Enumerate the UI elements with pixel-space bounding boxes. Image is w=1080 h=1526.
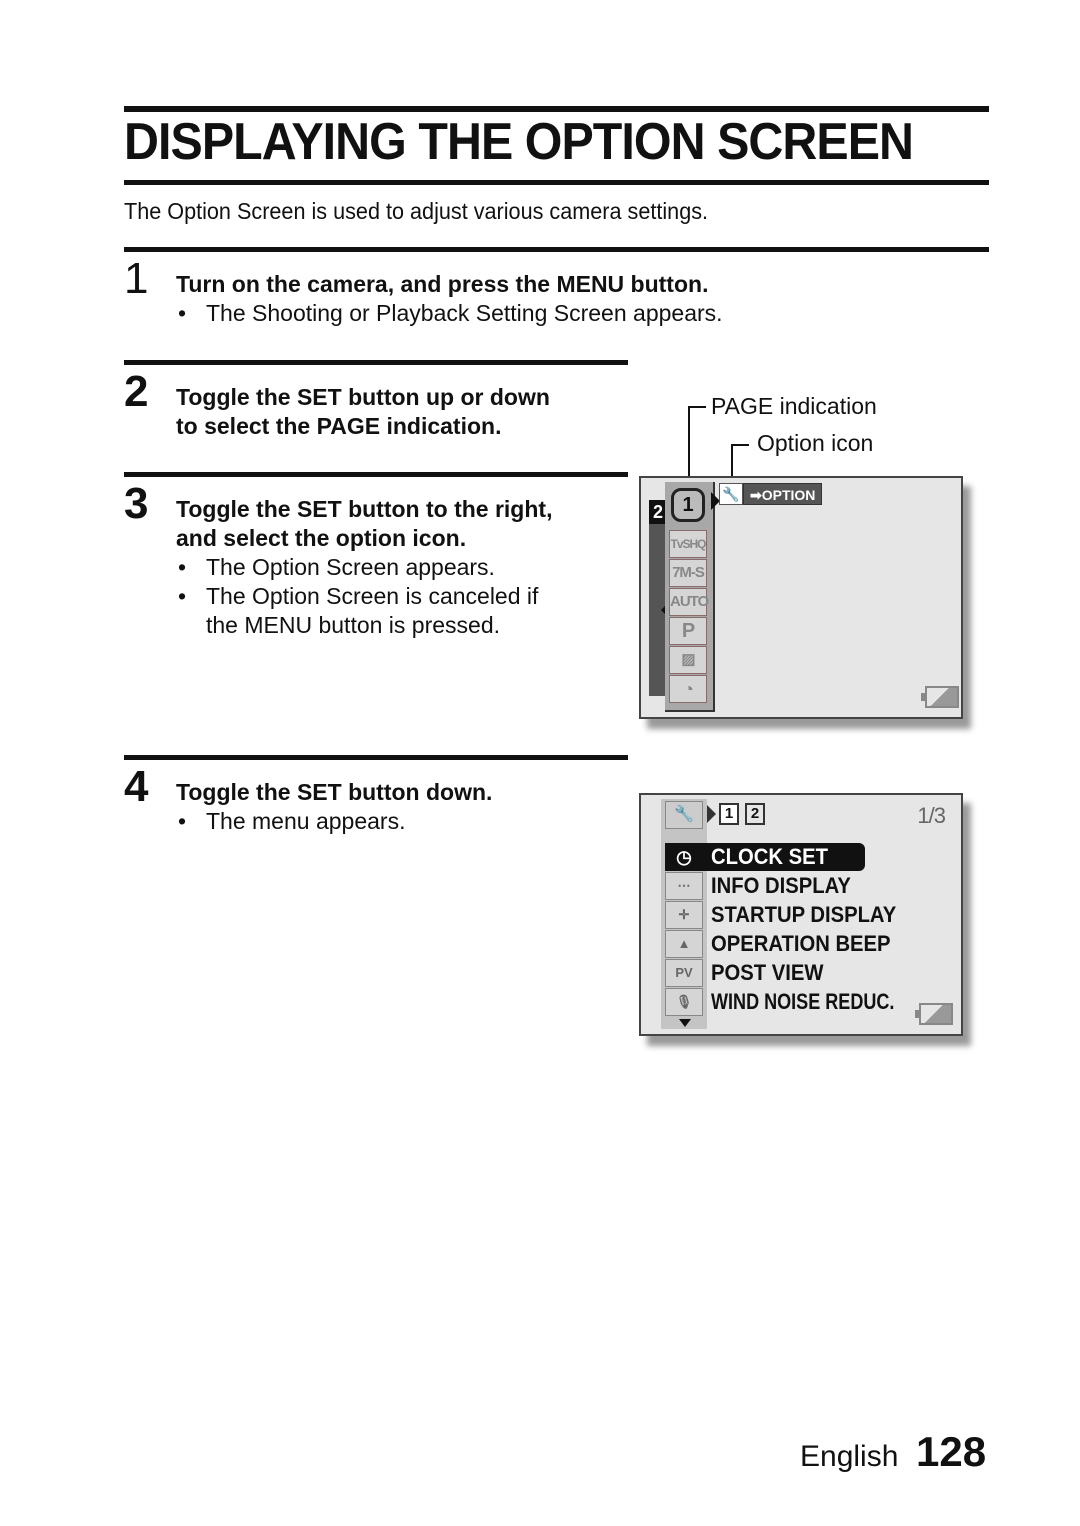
step-1-bullet: • The Shooting or Playback Setting Screen… <box>178 299 723 328</box>
page-arrow-icon <box>707 805 716 823</box>
step-2-heading-line-2: to select the PAGE indication. <box>176 413 502 439</box>
step-2-number: 2 <box>124 367 149 416</box>
mode-icon-filter[interactable]: ▨ <box>669 646 707 674</box>
mode-icon-program[interactable]: P <box>669 617 707 645</box>
step-4-heading: Toggle the SET button down. <box>176 779 493 805</box>
option-label: ➡OPTION <box>743 483 823 505</box>
bullet-text: The Shooting or Playback Setting Screen … <box>206 300 723 326</box>
step-1-rule <box>124 247 989 252</box>
battery-icon <box>921 686 959 708</box>
clock-icon: ◷ <box>665 843 703 871</box>
menu-item-clock-set[interactable]: ◷ CLOCK SET <box>665 843 865 871</box>
bullet-dot: • <box>178 554 187 580</box>
menu-item-startup-display[interactable]: ✛ STARTUP DISPLAY <box>665 901 925 929</box>
info-display-icon: ⋯ <box>665 872 703 900</box>
bullet-text-line-2: the MENU button is pressed. <box>206 612 501 638</box>
scroll-down-icon[interactable] <box>679 1019 691 1027</box>
intro-text: The Option Screen is used to adjust vari… <box>124 198 709 224</box>
bullet-text-line-1: The Option Screen is canceled if <box>206 583 539 609</box>
wrench-icon[interactable]: 🔧 <box>665 801 703 829</box>
step-4-rule <box>124 755 628 760</box>
menu-item-post-view[interactable]: PV POST VIEW <box>665 959 925 987</box>
option-bar[interactable]: 🔧 ➡OPTION <box>719 483 823 505</box>
step-1-heading: Turn on the camera, and press the MENU b… <box>176 271 709 297</box>
page-number: 128 <box>916 1428 987 1475</box>
camera-screen-setting: 2 1 TvSHQ 7M-S AUTO P ▨ ◔ 🔧 ➡OPTION <box>639 476 963 719</box>
step-2-heading: Toggle the SET button up or down to sele… <box>176 383 550 441</box>
page-indication-callout: PAGE indication <box>711 393 877 419</box>
title-bottom-rule <box>124 180 989 185</box>
page-1-panel: 1 TvSHQ 7M-S AUTO P ▨ ◔ <box>665 482 715 712</box>
page-callout-horizontal <box>688 406 706 408</box>
page-indicator: 1/3 <box>917 803 946 828</box>
bullet-dot: • <box>178 583 187 609</box>
post-view-icon: PV <box>665 959 703 987</box>
step-3-bullet-1: • The Option Screen appears. <box>178 553 495 582</box>
wrench-icon[interactable]: 🔧 <box>719 483 743 505</box>
step-3-heading-line-1: Toggle the SET button to the right, <box>176 496 553 522</box>
page-tab-1[interactable]: 1 <box>719 803 739 825</box>
menu-item-label: INFO DISPLAY <box>711 873 851 898</box>
mode-icon-resolution[interactable]: 7M-S <box>669 559 707 587</box>
mode-icon-auto[interactable]: AUTO <box>669 588 709 616</box>
step-3-rule <box>124 472 628 477</box>
step-3-bullet-2: • The Option Screen is canceled if the ME… <box>178 582 538 640</box>
menu-item-info-display[interactable]: ⋯ INFO DISPLAY <box>665 872 925 900</box>
mode-icon-video[interactable]: TvSHQ <box>669 530 707 558</box>
page-callout-vertical <box>688 406 690 484</box>
menu-item-label: POST VIEW <box>711 960 824 985</box>
bullet-dot: • <box>178 808 187 834</box>
menu-item-label: OPERATION BEEP <box>711 931 891 956</box>
step-1-number: 1 <box>124 254 149 303</box>
step-3-number: 3 <box>124 479 149 528</box>
bullet-dot: • <box>178 300 187 326</box>
menu-item-operation-beep[interactable]: ▲ OPERATION BEEP <box>665 930 925 958</box>
step-2-heading-line-1: Toggle the SET button up or down <box>176 384 550 410</box>
bullet-text: The Option Screen appears. <box>206 554 495 580</box>
wind-noise-icon: 🎙 <box>665 988 703 1016</box>
page-1-indicator[interactable]: 1 <box>671 488 705 522</box>
bell-icon: ▲ <box>665 930 703 958</box>
menu-item-label: WIND NOISE REDUC. <box>711 989 895 1014</box>
menu-item-label: STARTUP DISPLAY <box>711 902 897 927</box>
footer-language: English <box>800 1440 899 1473</box>
step-3-heading-line-2: and select the option icon. <box>176 525 467 551</box>
option-icon-callout: Option icon <box>757 430 874 456</box>
step-4-number: 4 <box>124 762 149 811</box>
step-3-heading: Toggle the SET button to the right, and … <box>176 495 552 553</box>
option-callout-horizontal <box>731 444 749 446</box>
camera-screen-option-menu: 🔧 1 2 1/3 ◷ CLOCK SET ⋯ INFO DISPLAY ✛ S… <box>639 793 963 1036</box>
step-4-bullet: • The menu appears. <box>178 807 405 836</box>
menu-item-label: CLOCK SET <box>711 844 828 869</box>
page-tab-2[interactable]: 2 <box>745 803 765 825</box>
battery-icon <box>915 1003 953 1025</box>
bullet-text: The menu appears. <box>206 808 406 834</box>
mode-icon-self-timer[interactable]: ◔ <box>669 675 707 703</box>
menu-item-wind-noise-reduc[interactable]: 🎙 WIND NOISE REDUC. <box>665 988 925 1016</box>
page-title: DISPLAYING THE OPTION SCREEN <box>124 113 914 171</box>
startup-display-icon: ✛ <box>665 901 703 929</box>
step-2-rule <box>124 360 628 365</box>
